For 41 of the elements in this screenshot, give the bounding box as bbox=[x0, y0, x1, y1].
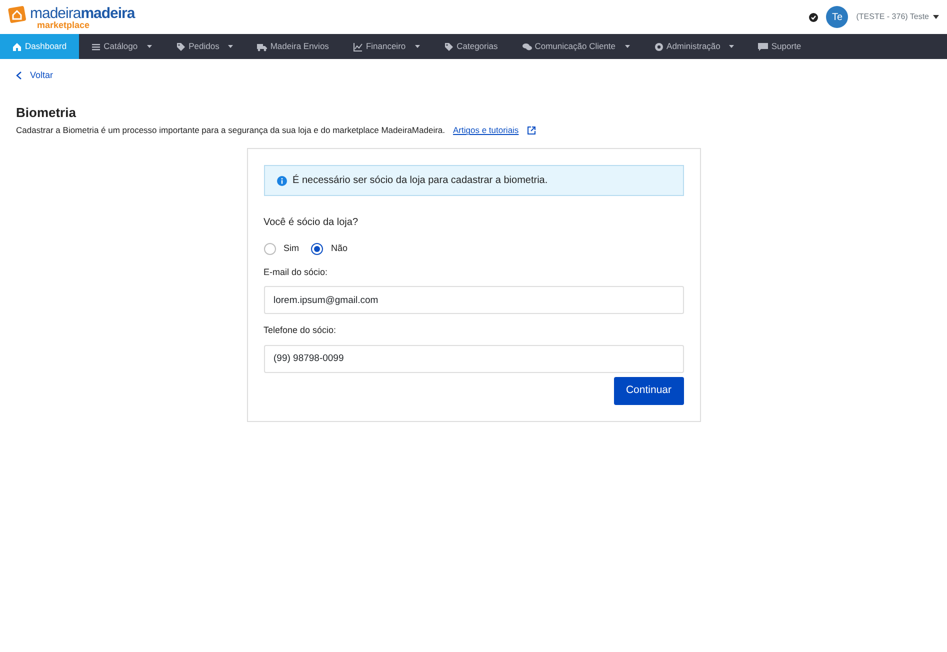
logo-icon bbox=[8, 4, 26, 22]
field-label: E-mail do sócio: bbox=[264, 266, 329, 278]
radio-button[interactable] bbox=[311, 242, 323, 255]
user-avatar[interactable]: Te bbox=[826, 6, 848, 28]
alert-text: É necessário ser sócio da loja para cadastrar a biometria. bbox=[292, 173, 548, 188]
nav-tab[interactable]: Suporte bbox=[746, 34, 814, 59]
radio-label[interactable]: Sim bbox=[284, 242, 299, 256]
field-label: Telefone do sócio: bbox=[264, 324, 338, 337]
logo-text[interactable]: madeiramadeira bbox=[30, 6, 135, 21]
nav-tab[interactable]: Categorias bbox=[432, 34, 510, 59]
info-icon bbox=[276, 176, 286, 186]
help-link[interactable]: Artigos e tutoriais bbox=[453, 124, 536, 137]
tag-icon bbox=[444, 42, 454, 52]
message-icon bbox=[758, 42, 768, 52]
nav-tab[interactable]: Administração bbox=[642, 34, 746, 59]
radio-button[interactable] bbox=[264, 242, 276, 255]
question-label: Você é sócio da loja? bbox=[264, 216, 360, 230]
caret-icon bbox=[933, 15, 939, 19]
nav-tab[interactable]: Financeiro bbox=[340, 34, 432, 59]
tag-icon bbox=[176, 42, 186, 52]
input-field[interactable]: lorem.ipsum@gmail.com bbox=[264, 286, 684, 314]
nav-tab[interactable]: Catálogo bbox=[78, 34, 164, 59]
chart-icon bbox=[352, 42, 363, 52]
radio-label[interactable]: Não bbox=[331, 242, 348, 256]
home-icon bbox=[12, 42, 22, 52]
logo-tagline: marketplace bbox=[37, 20, 91, 30]
page-title: Biometria bbox=[16, 104, 77, 122]
nav-tab[interactable]: Madeira Envios bbox=[245, 34, 341, 59]
verified-icon bbox=[809, 12, 818, 22]
menu-icon bbox=[90, 42, 101, 52]
user-menu[interactable]: (TESTE - 376) Teste bbox=[856, 11, 939, 23]
continue-button[interactable]: Continuar bbox=[614, 376, 684, 404]
chat-icon bbox=[522, 42, 532, 52]
nav-tab[interactable]: Pedidos bbox=[164, 34, 246, 59]
chevron-left-icon bbox=[16, 71, 22, 80]
nav-tab[interactable]: Comunicação Cliente bbox=[510, 34, 642, 59]
external-link-icon bbox=[526, 126, 536, 136]
back-link[interactable]: Voltar bbox=[16, 69, 54, 82]
input-field[interactable]: (99) 98798-0099 bbox=[264, 344, 684, 372]
truck-icon bbox=[257, 42, 268, 52]
page-description: Cadastrar a Biometria é um processo importante para a segurança da sua loja e do marketplace MadeiraMadeira. bbox=[16, 124, 446, 137]
